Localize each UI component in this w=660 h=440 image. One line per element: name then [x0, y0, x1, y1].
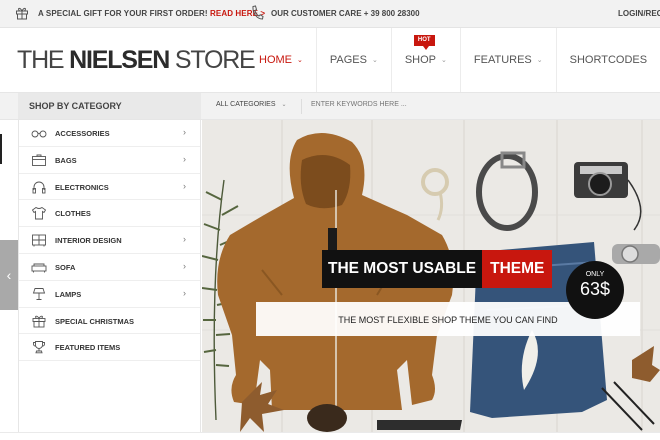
promo-text: A SPECIAL GIFT FOR YOUR FIRST ORDER! REA… [38, 9, 265, 18]
all-categories-label: ALL CATEGORIES [216, 101, 276, 108]
category-label: INTERIOR DESIGN [55, 236, 122, 246]
site-header: THE NIELSEN STORE HOME ⌄ PAGES ⌄ HOT SHOP ⌄… [0, 28, 660, 92]
search-input[interactable] [311, 101, 511, 108]
chevron-down-icon: ⌄ [281, 102, 287, 108]
nav-home[interactable]: HOME ⌄ [246, 28, 316, 92]
nav-shop-label: SHOP [404, 54, 437, 66]
category-label: SOFA [55, 262, 76, 272]
tshirt-icon [31, 207, 47, 220]
shop-by-category-heading[interactable]: SHOP BY CATEGORY [18, 93, 201, 119]
headphones-icon [32, 181, 46, 194]
category-search-bar: SHOP BY CATEGORY ALL CATEGORIES ⌄ [0, 92, 660, 120]
chevron-right-icon: › [183, 260, 186, 271]
category-item-lamps[interactable]: LAMPS › [19, 281, 200, 308]
category-label: SPECIAL CHRISTMAS [55, 316, 135, 326]
slider-prev-button[interactable]: ‹ [0, 240, 18, 310]
logo-text-pre: THE [17, 46, 70, 74]
chevron-right-icon: › [183, 234, 186, 245]
category-item-electronics[interactable]: ELECTRONICS › [19, 174, 200, 201]
main-nav: HOME ⌄ PAGES ⌄ HOT SHOP ⌄ FEATURES ⌄ SHORTCO… [246, 28, 660, 92]
left-edge-marker [0, 134, 2, 164]
chevron-right-icon: › [183, 153, 186, 164]
nav-pages-label: PAGES [329, 54, 367, 66]
nav-features-label: FEATURES [473, 54, 532, 66]
all-categories-dropdown[interactable]: ALL CATEGORIES ⌄ [216, 101, 287, 108]
logo-text-bold: NIELSEN [69, 46, 170, 74]
hero-title: THE MOST USABLE THEME [322, 250, 553, 288]
glasses-icon [31, 130, 47, 138]
trophy-icon [33, 341, 45, 354]
lamp-icon [32, 287, 46, 300]
gift-icon [16, 7, 28, 20]
chevron-down-icon: ⌄ [371, 57, 378, 64]
login-register-link[interactable]: LOGIN/REG [618, 9, 660, 18]
hero-slider[interactable]: THE MOST USABLE THEME THE MOST FLEXIBLE … [202, 120, 660, 432]
bottom-divider [0, 432, 660, 440]
chevron-left-icon: ‹ [6, 267, 12, 283]
chevron-down-icon: ⌄ [536, 57, 543, 64]
category-label: ELECTRONICS [55, 182, 109, 192]
category-label: FEATURED ITEMS [55, 343, 121, 353]
chevron-right-icon: › [183, 127, 186, 137]
top-bar: A SPECIAL GIFT FOR YOUR FIRST ORDER! REA… [0, 0, 660, 28]
category-item-interior-design[interactable]: INTERIOR DESIGN › [19, 227, 200, 254]
bag-icon [32, 154, 46, 166]
nav-features[interactable]: FEATURES ⌄ [459, 28, 556, 92]
price-value: 63$ [579, 279, 611, 299]
store-logo[interactable]: THE NIELSEN STORE [17, 46, 256, 74]
category-item-sofa[interactable]: SOFA › [19, 254, 200, 281]
chevron-right-icon: › [183, 287, 186, 298]
category-label: LAMPS [55, 289, 82, 299]
category-item-bags[interactable]: BAGS › [19, 147, 200, 174]
nav-home-label: HOME [259, 54, 292, 66]
category-item-accessories[interactable]: ACCESSORIES › [19, 120, 200, 147]
divider [301, 99, 302, 114]
customer-care-text: OUR CUSTOMER CARE + 39 800 28300 [271, 9, 420, 18]
category-label: ACCESSORIES [55, 129, 110, 138]
hot-badge: HOT [413, 35, 435, 50]
cabinet-icon [32, 234, 46, 247]
category-item-featured-items[interactable]: FEATURED ITEMS [19, 334, 200, 362]
promo-message: A SPECIAL GIFT FOR YOUR FIRST ORDER! [38, 9, 208, 18]
phone-icon [252, 5, 264, 20]
category-menu: ACCESSORIES › BAGS › ELECTRONICS › CLOTH… [18, 120, 201, 440]
logo-text-post: STORE [169, 46, 256, 74]
category-label: BAGS [55, 155, 77, 165]
hero-title-part2: THEME [482, 250, 553, 288]
nav-shop[interactable]: HOT SHOP ⌄ [390, 28, 460, 92]
hero-title-part1: THE MOST USABLE [322, 250, 483, 288]
sofa-icon [31, 263, 47, 273]
category-item-special-christmas[interactable]: SPECIAL CHRISTMAS [19, 308, 200, 335]
chevron-down-icon: ⌄ [441, 57, 447, 64]
nav-shortcodes-label: SHORTCODES [569, 54, 648, 66]
price-badge: ONLY 63$ [566, 261, 624, 319]
chevron-down-icon: ⌄ [297, 57, 303, 64]
chevron-right-icon: › [183, 180, 186, 191]
price-label: ONLY [585, 271, 605, 278]
nav-shortcodes[interactable]: SHORTCODES [555, 28, 660, 92]
category-item-clothes[interactable]: CLOTHES [19, 200, 200, 228]
nav-pages[interactable]: PAGES ⌄ [315, 28, 391, 92]
category-label: CLOTHES [55, 209, 91, 219]
gift-icon [32, 315, 46, 328]
